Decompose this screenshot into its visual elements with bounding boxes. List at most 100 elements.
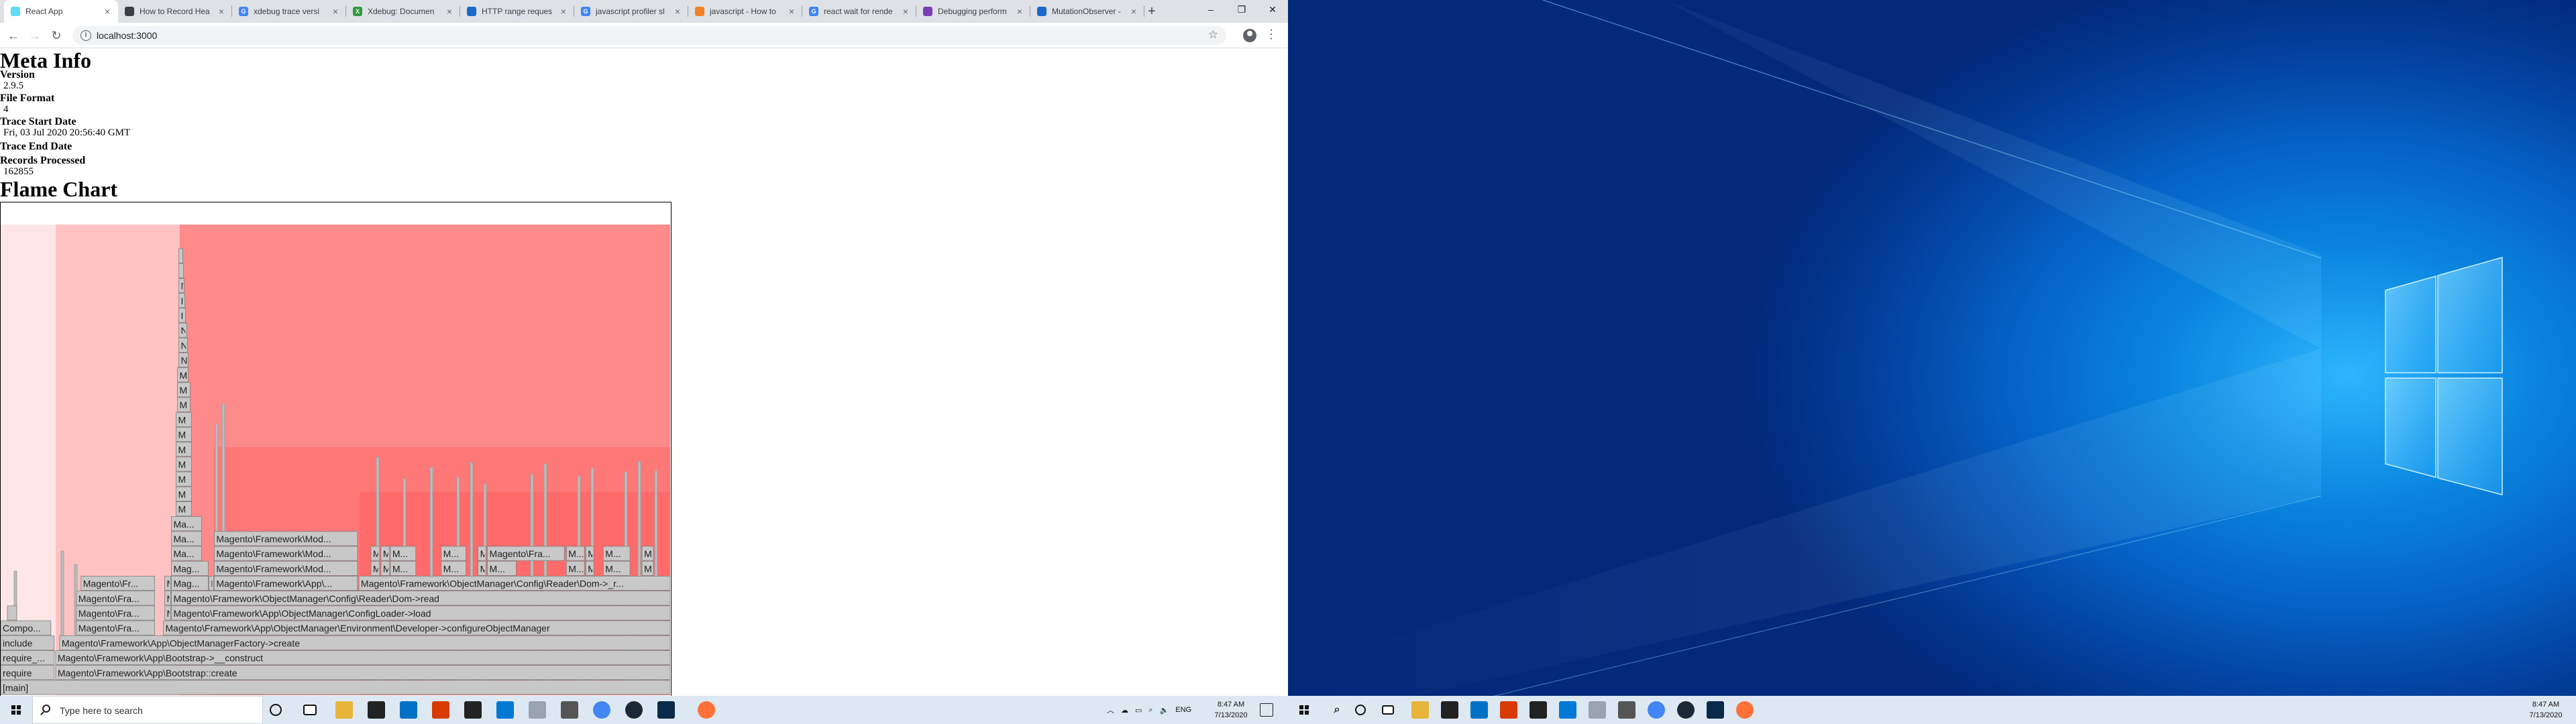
dark-app-icon[interactable] (1707, 701, 1724, 719)
tab-close-icon[interactable]: × (786, 6, 797, 17)
steam-icon[interactable] (1677, 701, 1695, 719)
action-center-icon[interactable] (1260, 703, 1273, 717)
tab-close-icon[interactable]: × (330, 6, 341, 17)
file-explorer-icon[interactable] (1411, 701, 1429, 719)
start-button-secondary[interactable] (1288, 696, 1320, 724)
browser-tab[interactable]: Greact wait for rende × (802, 0, 916, 23)
flame-frame-label: Ma... (173, 519, 194, 530)
tab-close-icon[interactable]: × (444, 6, 455, 17)
browser-tab[interactable]: How to Record Hea × (118, 0, 232, 23)
file-explorer-icon[interactable] (335, 701, 353, 719)
mail-icon[interactable] (400, 701, 417, 719)
site-info-icon[interactable]: i (80, 30, 91, 41)
search-icon[interactable]: ⌕ (1328, 701, 1346, 719)
firefox-icon[interactable] (698, 701, 715, 719)
terminal-icon[interactable] (464, 701, 482, 719)
tray-volume-icon[interactable]: 🔈 (1160, 706, 1169, 715)
dark-app-icon[interactable] (657, 701, 675, 719)
tab-close-icon[interactable]: × (558, 6, 569, 17)
flame-frame-block (178, 263, 184, 278)
windows-logo-pane-bl (2385, 377, 2436, 478)
trace-start-value: Fri, 03 Jul 2020 20:56:40 GMT (3, 127, 131, 138)
minimize-button[interactable]: – (1195, 0, 1226, 19)
browser-tab[interactable]: HTTP range reques × (460, 0, 574, 23)
chrome-icon[interactable] (1648, 701, 1665, 719)
taskbar-clock[interactable]: 8:47 AM 7/13/2020 (1208, 699, 1254, 721)
close-window-button[interactable]: ✕ (1257, 0, 1288, 19)
snipping-tool-icon[interactable] (1589, 701, 1606, 719)
vscode-icon[interactable] (496, 701, 514, 719)
flame-frame-label: Magento\Framework\App\... (216, 579, 332, 589)
chrome-icon[interactable] (593, 701, 610, 719)
tab-close-icon[interactable]: × (216, 6, 227, 17)
browser-tab[interactable]: React App × (4, 0, 118, 23)
browser-menu-icon[interactable]: ⋮ (1265, 27, 1277, 42)
flame-frame-label: M (644, 563, 652, 574)
address-bar[interactable]: i localhost:3000 ☆ (72, 26, 1226, 45)
tab-favicon-icon (125, 7, 134, 16)
start-button[interactable] (0, 696, 32, 724)
back-button[interactable]: ← (5, 27, 21, 44)
task-view-icon[interactable] (1382, 705, 1394, 715)
cortana-icon[interactable] (1355, 705, 1366, 715)
snipping-tool-icon[interactable] (529, 701, 546, 719)
tab-close-icon[interactable]: × (1128, 6, 1139, 17)
profile-avatar-icon[interactable] (1243, 29, 1256, 42)
flame-frame-label: M... (392, 548, 408, 559)
flame-chart-canvas[interactable]: [main] require Magento\Framework\App\Boots… (0, 202, 672, 697)
address-url[interactable]: localhost:3000 (97, 30, 157, 41)
bookmark-star-icon[interactable]: ☆ (1208, 28, 1218, 42)
tray-language[interactable]: ENG (1175, 706, 1191, 714)
tray-cloud-icon[interactable]: ☁ (1121, 706, 1128, 715)
browser-tab[interactable]: MutationObserver - × (1030, 0, 1144, 23)
reload-button[interactable]: ↻ (48, 27, 64, 44)
steam-icon[interactable] (625, 701, 643, 719)
tab-close-icon[interactable]: × (102, 6, 113, 17)
flame-frame-label: Magento\Framework\Mod... (216, 534, 331, 544)
taskbar-clock-secondary[interactable]: 8:47 AM 7/13/2020 (2522, 699, 2569, 721)
tray-chevron-icon[interactable]: ︿ (1107, 705, 1114, 715)
restore-button[interactable]: ❐ (1226, 0, 1257, 19)
flame-frame-label: I (180, 296, 183, 306)
flame-frame-label: M (178, 474, 186, 485)
taskbar-search-box[interactable]: Type here to search (32, 696, 263, 724)
settings-gear-icon[interactable] (561, 701, 578, 719)
office-icon[interactable] (432, 701, 449, 719)
browser-tab[interactable]: Gxdebug trace versi × (232, 0, 346, 23)
flame-frame-label: Mag... (173, 579, 199, 589)
flame-frame-label: Magento\Framework\ObjectManager\Config\R… (361, 579, 624, 589)
office-icon[interactable] (1500, 701, 1517, 719)
flame-frame-label: Magento\Framework\App\ObjectManagerFacto… (62, 638, 300, 648)
new-tab-button[interactable]: + (1143, 3, 1161, 20)
tab-close-icon[interactable]: × (672, 6, 683, 17)
vscode-icon[interactable] (1559, 701, 1576, 719)
taskbar-search-placeholder: Type here to search (60, 705, 143, 716)
browser-tab[interactable]: javascript - How to × (688, 0, 802, 23)
flame-frame-label: Magento\Framework\Mod... (216, 563, 331, 574)
tray-battery-icon[interactable]: ▭ (1135, 706, 1142, 715)
tab-close-icon[interactable]: × (900, 6, 911, 17)
task-view-icon[interactable] (303, 705, 317, 715)
cortana-icon[interactable] (270, 704, 282, 716)
clock-date: 7/13/2020 (2529, 711, 2563, 719)
flame-frame-label: M... (605, 548, 621, 559)
clock-date: 7/13/2020 (1214, 711, 1248, 719)
firefox-icon[interactable] (1736, 701, 1754, 719)
browser-tab[interactable]: Gjavascript profiler sl × (574, 0, 688, 23)
browser-tab[interactable]: X Xdebug: Documen × (346, 0, 460, 23)
flame-frame-label: include (3, 638, 33, 648)
store-icon[interactable] (1441, 701, 1458, 719)
terminal-icon[interactable] (1529, 701, 1547, 719)
mail-icon[interactable] (1470, 701, 1488, 719)
taskbar-secondary: ⌕ 8:47 AM 7/13/2020 (1288, 696, 2576, 724)
tab-title: MutationObserver - (1052, 7, 1121, 16)
tray-network-icon[interactable]: ⌕ (1148, 706, 1152, 715)
tab-favicon-icon: X (353, 7, 362, 16)
system-tray: ︿ ☁ ▭ ⌕ 🔈 ENG (1107, 696, 1191, 724)
flame-chart-heading: Flame Chart (0, 177, 118, 201)
settings-gear-icon[interactable] (1618, 701, 1635, 719)
forward-button[interactable]: → (27, 27, 43, 44)
store-icon[interactable] (368, 701, 385, 719)
tab-close-icon[interactable]: × (1014, 6, 1025, 17)
browser-tab[interactable]: Debugging perform × (916, 0, 1030, 23)
